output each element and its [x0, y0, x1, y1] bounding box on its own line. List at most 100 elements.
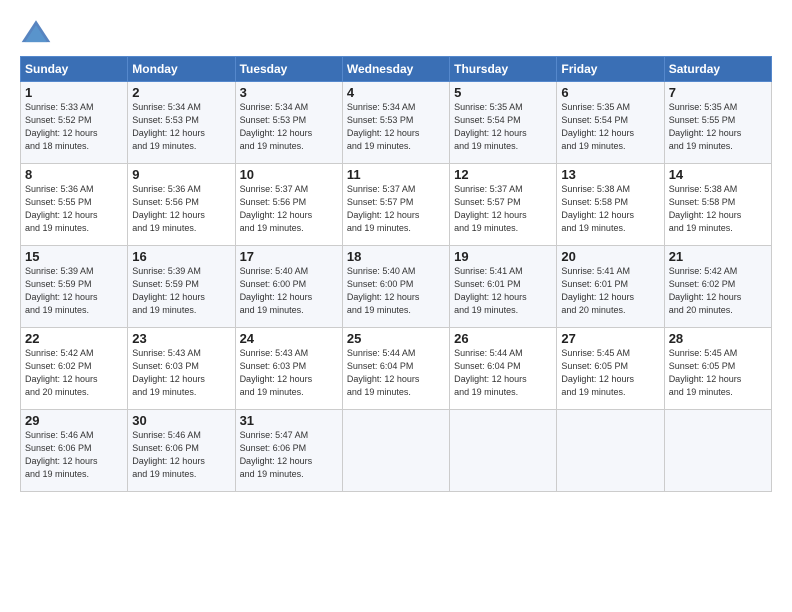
logo-icon [20, 18, 52, 46]
day-info: Sunrise: 5:36 AMSunset: 5:55 PMDaylight:… [25, 183, 123, 235]
day-info: Sunrise: 5:40 AMSunset: 6:00 PMDaylight:… [240, 265, 338, 317]
day-info: Sunrise: 5:38 AMSunset: 5:58 PMDaylight:… [561, 183, 659, 235]
day-number: 18 [347, 249, 445, 264]
empty-cell [557, 410, 664, 492]
logo [20, 18, 56, 46]
day-number: 5 [454, 85, 552, 100]
day-number: 16 [132, 249, 230, 264]
day-number: 29 [25, 413, 123, 428]
day-cell-5: 5Sunrise: 5:35 AMSunset: 5:54 PMDaylight… [450, 82, 557, 164]
day-cell-28: 28Sunrise: 5:45 AMSunset: 6:05 PMDayligh… [664, 328, 771, 410]
day-info: Sunrise: 5:37 AMSunset: 5:57 PMDaylight:… [454, 183, 552, 235]
day-info: Sunrise: 5:34 AMSunset: 5:53 PMDaylight:… [347, 101, 445, 153]
day-number: 28 [669, 331, 767, 346]
day-info: Sunrise: 5:42 AMSunset: 6:02 PMDaylight:… [25, 347, 123, 399]
col-sunday: Sunday [21, 57, 128, 82]
empty-cell [450, 410, 557, 492]
day-number: 11 [347, 167, 445, 182]
day-info: Sunrise: 5:36 AMSunset: 5:56 PMDaylight:… [132, 183, 230, 235]
day-info: Sunrise: 5:41 AMSunset: 6:01 PMDaylight:… [561, 265, 659, 317]
day-number: 27 [561, 331, 659, 346]
day-cell-18: 18Sunrise: 5:40 AMSunset: 6:00 PMDayligh… [342, 246, 449, 328]
day-number: 20 [561, 249, 659, 264]
day-info: Sunrise: 5:47 AMSunset: 6:06 PMDaylight:… [240, 429, 338, 481]
day-number: 31 [240, 413, 338, 428]
calendar-week-5: 29Sunrise: 5:46 AMSunset: 6:06 PMDayligh… [21, 410, 772, 492]
day-cell-10: 10Sunrise: 5:37 AMSunset: 5:56 PMDayligh… [235, 164, 342, 246]
day-cell-4: 4Sunrise: 5:34 AMSunset: 5:53 PMDaylight… [342, 82, 449, 164]
day-cell-7: 7Sunrise: 5:35 AMSunset: 5:55 PMDaylight… [664, 82, 771, 164]
calendar-week-1: 1Sunrise: 5:33 AMSunset: 5:52 PMDaylight… [21, 82, 772, 164]
day-cell-29: 29Sunrise: 5:46 AMSunset: 6:06 PMDayligh… [21, 410, 128, 492]
calendar-week-2: 8Sunrise: 5:36 AMSunset: 5:55 PMDaylight… [21, 164, 772, 246]
day-cell-11: 11Sunrise: 5:37 AMSunset: 5:57 PMDayligh… [342, 164, 449, 246]
day-cell-8: 8Sunrise: 5:36 AMSunset: 5:55 PMDaylight… [21, 164, 128, 246]
day-info: Sunrise: 5:46 AMSunset: 6:06 PMDaylight:… [25, 429, 123, 481]
day-cell-17: 17Sunrise: 5:40 AMSunset: 6:00 PMDayligh… [235, 246, 342, 328]
day-cell-14: 14Sunrise: 5:38 AMSunset: 5:58 PMDayligh… [664, 164, 771, 246]
day-info: Sunrise: 5:43 AMSunset: 6:03 PMDaylight:… [240, 347, 338, 399]
col-saturday: Saturday [664, 57, 771, 82]
day-cell-30: 30Sunrise: 5:46 AMSunset: 6:06 PMDayligh… [128, 410, 235, 492]
col-thursday: Thursday [450, 57, 557, 82]
day-number: 25 [347, 331, 445, 346]
day-cell-1: 1Sunrise: 5:33 AMSunset: 5:52 PMDaylight… [21, 82, 128, 164]
day-info: Sunrise: 5:39 AMSunset: 5:59 PMDaylight:… [25, 265, 123, 317]
day-cell-24: 24Sunrise: 5:43 AMSunset: 6:03 PMDayligh… [235, 328, 342, 410]
day-number: 7 [669, 85, 767, 100]
day-info: Sunrise: 5:33 AMSunset: 5:52 PMDaylight:… [25, 101, 123, 153]
day-info: Sunrise: 5:44 AMSunset: 6:04 PMDaylight:… [454, 347, 552, 399]
empty-cell [342, 410, 449, 492]
day-number: 1 [25, 85, 123, 100]
day-cell-2: 2Sunrise: 5:34 AMSunset: 5:53 PMDaylight… [128, 82, 235, 164]
col-tuesday: Tuesday [235, 57, 342, 82]
day-number: 17 [240, 249, 338, 264]
day-cell-15: 15Sunrise: 5:39 AMSunset: 5:59 PMDayligh… [21, 246, 128, 328]
day-number: 14 [669, 167, 767, 182]
day-number: 3 [240, 85, 338, 100]
day-info: Sunrise: 5:34 AMSunset: 5:53 PMDaylight:… [132, 101, 230, 153]
day-cell-25: 25Sunrise: 5:44 AMSunset: 6:04 PMDayligh… [342, 328, 449, 410]
day-number: 13 [561, 167, 659, 182]
day-number: 19 [454, 249, 552, 264]
day-info: Sunrise: 5:35 AMSunset: 5:55 PMDaylight:… [669, 101, 767, 153]
day-number: 30 [132, 413, 230, 428]
day-number: 6 [561, 85, 659, 100]
day-number: 8 [25, 167, 123, 182]
day-info: Sunrise: 5:43 AMSunset: 6:03 PMDaylight:… [132, 347, 230, 399]
day-cell-9: 9Sunrise: 5:36 AMSunset: 5:56 PMDaylight… [128, 164, 235, 246]
day-cell-19: 19Sunrise: 5:41 AMSunset: 6:01 PMDayligh… [450, 246, 557, 328]
day-cell-31: 31Sunrise: 5:47 AMSunset: 6:06 PMDayligh… [235, 410, 342, 492]
calendar-week-4: 22Sunrise: 5:42 AMSunset: 6:02 PMDayligh… [21, 328, 772, 410]
day-number: 9 [132, 167, 230, 182]
day-info: Sunrise: 5:44 AMSunset: 6:04 PMDaylight:… [347, 347, 445, 399]
day-number: 23 [132, 331, 230, 346]
day-info: Sunrise: 5:37 AMSunset: 5:56 PMDaylight:… [240, 183, 338, 235]
col-wednesday: Wednesday [342, 57, 449, 82]
day-number: 12 [454, 167, 552, 182]
day-cell-16: 16Sunrise: 5:39 AMSunset: 5:59 PMDayligh… [128, 246, 235, 328]
day-info: Sunrise: 5:45 AMSunset: 6:05 PMDaylight:… [561, 347, 659, 399]
day-cell-21: 21Sunrise: 5:42 AMSunset: 6:02 PMDayligh… [664, 246, 771, 328]
header-row: Sunday Monday Tuesday Wednesday Thursday… [21, 57, 772, 82]
calendar-week-3: 15Sunrise: 5:39 AMSunset: 5:59 PMDayligh… [21, 246, 772, 328]
day-info: Sunrise: 5:37 AMSunset: 5:57 PMDaylight:… [347, 183, 445, 235]
day-info: Sunrise: 5:35 AMSunset: 5:54 PMDaylight:… [561, 101, 659, 153]
day-number: 15 [25, 249, 123, 264]
day-info: Sunrise: 5:45 AMSunset: 6:05 PMDaylight:… [669, 347, 767, 399]
day-info: Sunrise: 5:38 AMSunset: 5:58 PMDaylight:… [669, 183, 767, 235]
day-info: Sunrise: 5:42 AMSunset: 6:02 PMDaylight:… [669, 265, 767, 317]
day-cell-6: 6Sunrise: 5:35 AMSunset: 5:54 PMDaylight… [557, 82, 664, 164]
day-cell-13: 13Sunrise: 5:38 AMSunset: 5:58 PMDayligh… [557, 164, 664, 246]
col-monday: Monday [128, 57, 235, 82]
day-cell-3: 3Sunrise: 5:34 AMSunset: 5:53 PMDaylight… [235, 82, 342, 164]
calendar-table: Sunday Monday Tuesday Wednesday Thursday… [20, 56, 772, 492]
empty-cell [664, 410, 771, 492]
day-info: Sunrise: 5:35 AMSunset: 5:54 PMDaylight:… [454, 101, 552, 153]
day-cell-26: 26Sunrise: 5:44 AMSunset: 6:04 PMDayligh… [450, 328, 557, 410]
day-info: Sunrise: 5:46 AMSunset: 6:06 PMDaylight:… [132, 429, 230, 481]
day-cell-22: 22Sunrise: 5:42 AMSunset: 6:02 PMDayligh… [21, 328, 128, 410]
day-cell-20: 20Sunrise: 5:41 AMSunset: 6:01 PMDayligh… [557, 246, 664, 328]
day-number: 2 [132, 85, 230, 100]
day-cell-12: 12Sunrise: 5:37 AMSunset: 5:57 PMDayligh… [450, 164, 557, 246]
